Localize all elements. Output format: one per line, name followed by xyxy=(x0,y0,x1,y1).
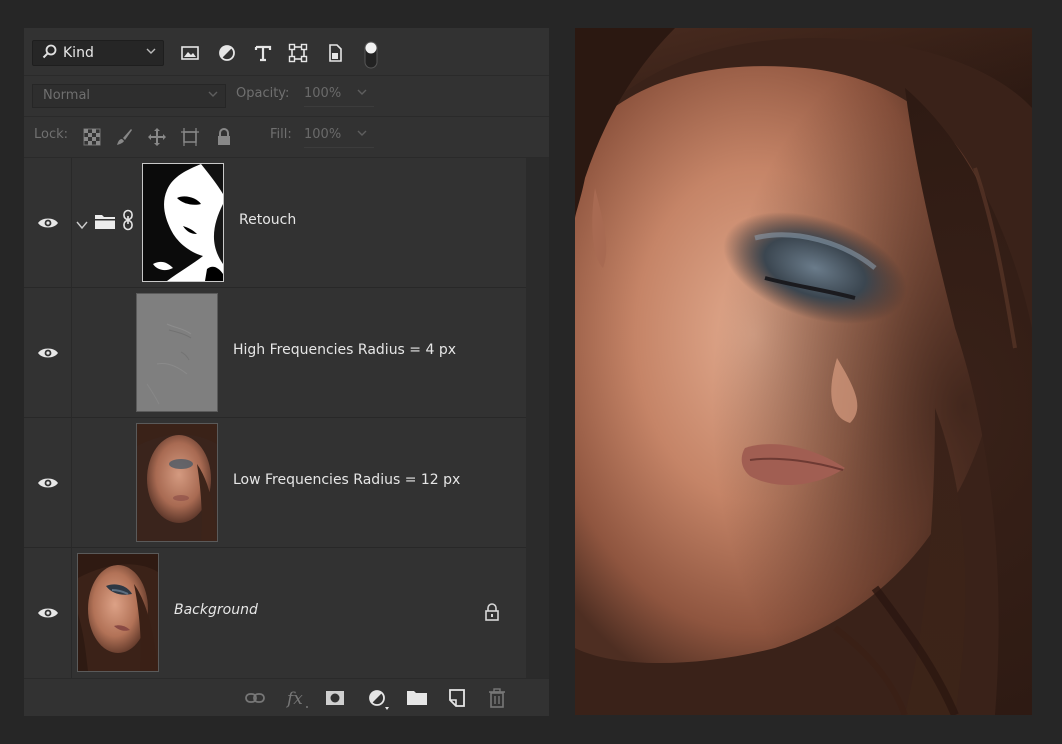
fill-label: Fill: xyxy=(270,127,292,142)
layer-row-high-frequencies[interactable]: High Frequencies Radius = 4 px xyxy=(24,288,526,418)
low-frequency-layer-thumbnail[interactable] xyxy=(136,423,218,542)
kind-filter-dropdown[interactable]: Kind xyxy=(32,40,164,66)
chevron-down-icon xyxy=(356,127,368,142)
folder-icon xyxy=(94,212,116,234)
visibility-column xyxy=(24,158,72,287)
chevron-down-icon xyxy=(356,86,368,101)
shape-layer-filter-icon[interactable] xyxy=(287,42,309,64)
layer-name[interactable]: Retouch xyxy=(239,212,296,228)
opacity-label: Opacity: xyxy=(236,86,290,101)
blend-row: Normal Opacity: 100% xyxy=(24,76,549,117)
blend-mode-dropdown[interactable]: Normal xyxy=(32,84,226,108)
layer-row-background[interactable]: Background xyxy=(24,548,526,678)
svg-text:fx: fx xyxy=(285,689,303,709)
chevron-down-icon xyxy=(145,45,157,60)
group-mask-thumbnail[interactable] xyxy=(142,163,224,282)
smart-object-filter-icon[interactable] xyxy=(324,42,346,64)
high-frequency-layer-thumbnail[interactable] xyxy=(136,293,218,412)
lock-all-padlock-icon[interactable] xyxy=(214,127,234,147)
lock-row: Lock: Fill: 100% xyxy=(24,117,549,158)
new-layer-icon[interactable] xyxy=(446,687,468,709)
portrait-preview-image xyxy=(575,28,1032,715)
search-icon xyxy=(41,43,59,65)
pixel-layer-filter-icon[interactable] xyxy=(179,42,201,64)
lock-image-pixels-brush-icon[interactable] xyxy=(114,127,134,147)
visibility-column xyxy=(24,548,72,678)
mask-link-chain-icon[interactable] xyxy=(121,209,135,235)
lock-transparent-pixels-icon[interactable] xyxy=(82,127,102,147)
prevent-auto-nesting-artboard-icon[interactable] xyxy=(180,127,200,147)
link-layers-icon[interactable] xyxy=(244,687,266,709)
lock-position-move-icon[interactable] xyxy=(147,127,167,147)
lock-label: Lock: xyxy=(34,127,69,142)
blend-mode-value: Normal xyxy=(43,88,91,103)
add-layer-mask-icon[interactable] xyxy=(324,687,346,709)
layer-name[interactable]: High Frequencies Radius = 4 px xyxy=(233,342,456,358)
eye-visibility-icon[interactable] xyxy=(36,475,60,491)
layer-name[interactable]: Low Frequencies Radius = 12 px xyxy=(233,472,460,488)
layer-row-retouch[interactable]: Retouch xyxy=(24,158,526,288)
layers-list: Retouch High Frequencies Radius = 4 px L… xyxy=(24,158,526,678)
layers-bottom-toolbar: fx xyxy=(24,678,549,716)
fill-field[interactable]: 100% xyxy=(304,124,374,148)
background-layer-thumbnail[interactable] xyxy=(77,553,159,672)
new-adjustment-layer-icon[interactable] xyxy=(366,687,389,710)
new-group-folder-icon[interactable] xyxy=(406,687,428,709)
filter-toggle-switch[interactable] xyxy=(360,40,382,69)
adjustment-layer-filter-icon[interactable] xyxy=(216,42,238,64)
eye-visibility-icon[interactable] xyxy=(36,605,60,621)
opacity-field[interactable]: 100% xyxy=(304,83,374,107)
group-expand-chevron-icon[interactable] xyxy=(75,216,89,235)
layers-scrollbar[interactable] xyxy=(526,158,549,678)
fill-value: 100% xyxy=(304,127,342,142)
eye-visibility-icon[interactable] xyxy=(36,215,60,231)
fx-layer-style-icon[interactable]: fx xyxy=(285,687,308,709)
chevron-down-icon xyxy=(207,88,219,103)
filter-bar: Kind xyxy=(24,28,549,76)
layers-panel: Kind Normal Opacity: 100% Lock: Fill: 10… xyxy=(24,28,549,716)
opacity-value: 100% xyxy=(304,86,342,101)
layer-name[interactable]: Background xyxy=(174,602,258,618)
kind-filter-label: Kind xyxy=(63,45,94,61)
eye-visibility-icon[interactable] xyxy=(36,345,60,361)
visibility-column xyxy=(24,288,72,417)
layer-locked-padlock-icon xyxy=(484,603,500,625)
delete-layer-trash-icon[interactable] xyxy=(486,687,508,709)
type-layer-filter-icon[interactable] xyxy=(252,42,274,64)
visibility-column xyxy=(24,418,72,547)
layer-row-low-frequencies[interactable]: Low Frequencies Radius = 12 px xyxy=(24,418,526,548)
